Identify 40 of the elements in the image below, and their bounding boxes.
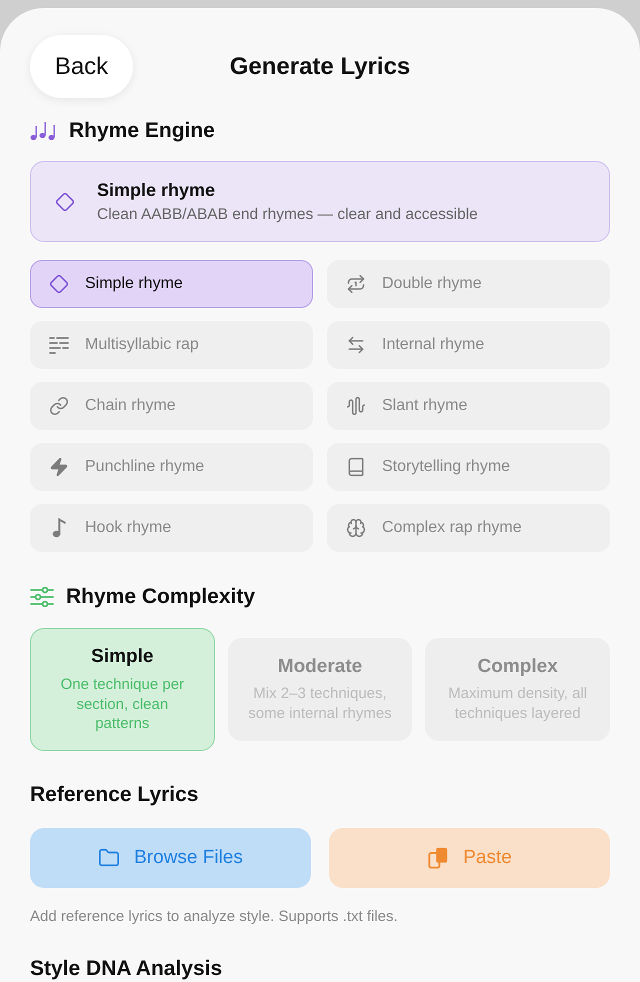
back-button[interactable]: Back [30, 35, 133, 98]
sliders-icon [30, 587, 54, 608]
option-title: Simple [91, 646, 154, 668]
rhyme-option[interactable]: Punchline rhyme [30, 442, 313, 491]
section-heading: Rhyme Complexity [66, 585, 256, 610]
option-description: One technique per section, clean patterns [60, 675, 186, 734]
card-title: Simple rhyme [97, 180, 216, 201]
lightning-icon [49, 456, 69, 477]
option-title: Moderate [278, 656, 362, 678]
option-title: Complex [478, 656, 558, 678]
brain-icon [346, 518, 366, 538]
rhyme-option[interactable]: Hook rhyme [30, 504, 313, 552]
folder-icon [98, 846, 120, 869]
complexity-option[interactable]: Simple One technique per section, clean patterns [30, 628, 215, 752]
section-heading: Reference Lyrics [30, 782, 198, 807]
book-icon [346, 456, 366, 477]
diamond-icon [55, 192, 75, 212]
rhyme-option[interactable]: Multisyllabic rap [30, 320, 313, 369]
rhyme-option[interactable]: Slant rhyme [327, 382, 610, 430]
rhyme-option[interactable]: Double rhyme [327, 260, 610, 308]
music-notes-icon [30, 120, 57, 141]
section-heading: Rhyme Engine [69, 118, 215, 143]
left-right-arrow-icon [346, 334, 366, 355]
paste-icon [427, 846, 450, 869]
repeat-icon [346, 274, 366, 294]
link-icon [49, 396, 69, 416]
diamond-icon [49, 274, 69, 294]
waveform-icon [346, 396, 366, 416]
rhyme-option[interactable]: Simple rhyme [30, 260, 313, 308]
hint-text: Add reference lyrics to analyze style. Supports .txt files. [30, 908, 399, 925]
text-lines-icon [49, 334, 69, 355]
paste-button[interactable]: Paste [329, 828, 610, 888]
browse-files-button[interactable]: Browse Files [30, 828, 311, 888]
rhyme-option[interactable]: Storytelling rhyme [327, 442, 610, 491]
section-heading: Style DNA Analysis [30, 957, 222, 982]
rhyme-option[interactable]: Internal rhyme [327, 320, 610, 369]
page-title: Generate Lyrics [230, 52, 410, 80]
rhyme-option[interactable]: Chain rhyme [30, 382, 313, 430]
card-description: Clean AABB/ABAB end rhymes — clear and accessible [97, 206, 478, 224]
rhyme-option[interactable]: Complex rap rhyme [327, 504, 610, 552]
